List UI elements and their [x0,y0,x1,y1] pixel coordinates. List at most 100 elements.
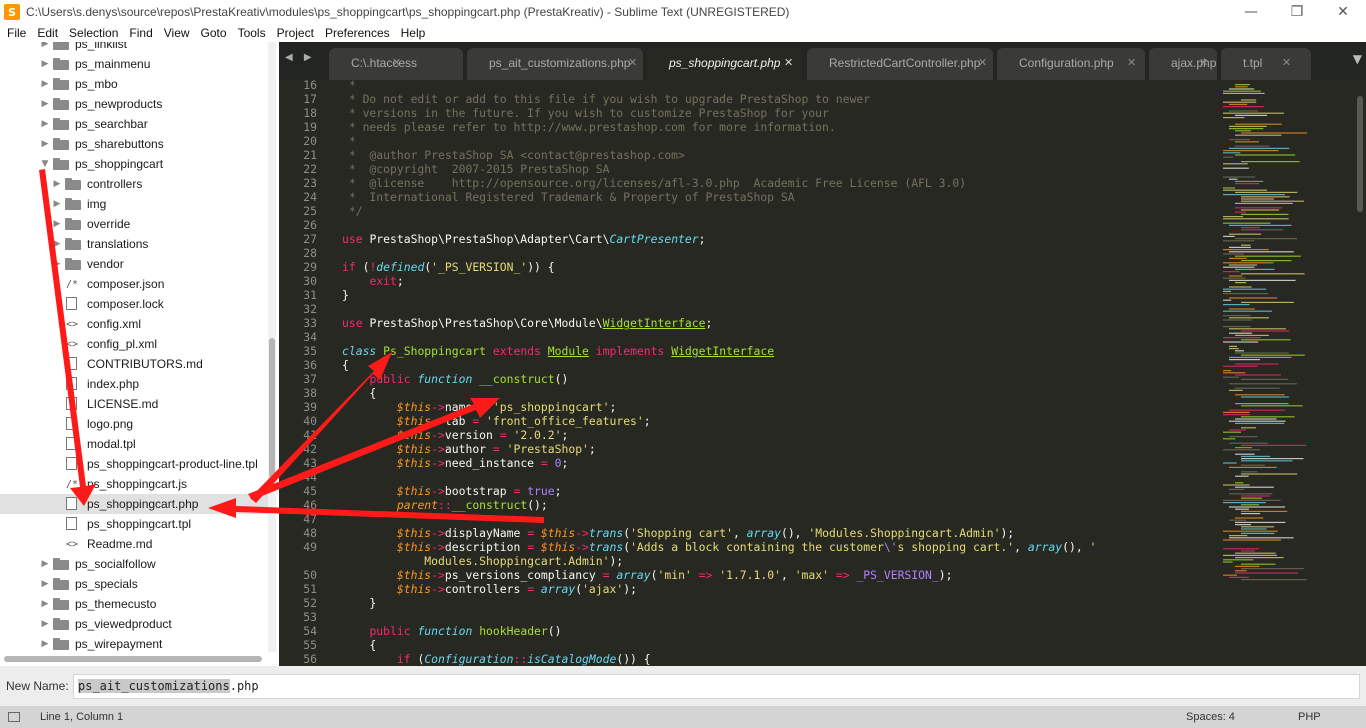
file-item[interactable]: CONTRIBUTORS.md [0,354,268,374]
minimap-line [1223,315,1251,317]
file-item[interactable]: <> config_pl.xml [0,334,268,354]
file-item[interactable]: /* composer.json [0,274,268,294]
sidebar-horizontal-scrollbar[interactable] [4,656,262,662]
chevron-right-icon[interactable]: ▶ [40,139,50,149]
restore-button[interactable]: ❐ [1274,0,1320,24]
chevron-right-icon[interactable]: ▶ [40,619,50,629]
tab-close-icon[interactable]: ✕ [784,56,793,69]
code-editor[interactable]: 16 * 17 * Do not edit or add to this file… [279,80,1366,666]
minimap-line [1241,99,1257,101]
tab-restrictedcartcontroller-php[interactable]: RestrictedCartController.php ✕ [807,48,993,80]
tab-close-icon[interactable]: ✕ [1199,56,1208,69]
folder-item[interactable]: ▶ ps_searchbar [0,114,268,134]
tab-close-icon[interactable]: ✕ [1282,56,1291,69]
file-item[interactable]: <> Readme.md [0,534,268,554]
minimap-line [1241,427,1256,429]
line-code: } [342,288,349,302]
folder-item[interactable]: ▶ img [0,194,268,214]
chevron-right-icon[interactable]: ▶ [52,259,62,269]
file-item[interactable]: ps_shoppingcart.php [0,494,268,514]
chevron-right-icon[interactable]: ▶ [52,199,62,209]
tab-close-icon[interactable]: ✕ [628,56,637,69]
file-item[interactable]: ps_shoppingcart.tpl [0,514,268,534]
syntax-selector[interactable]: PHP [1298,711,1321,723]
folder-icon [53,98,69,110]
editor-scrollbar[interactable] [1357,96,1363,212]
menu-project[interactable]: Project [272,24,320,42]
tab-ps-shoppingcart-php[interactable]: ps_shoppingcart.php ✕ [647,48,803,80]
menu-help[interactable]: Help [396,24,432,42]
tab-c-htaccess[interactable]: C:\.htaccess ✕ [329,48,463,80]
folder-item[interactable]: ▶ ps_linklist [0,42,268,54]
tab-ps-ait-customizations-php[interactable]: ps_ait_customizations.php ✕ [467,48,643,80]
chevron-right-icon[interactable]: ▶ [40,599,50,609]
folder-item[interactable]: ▶ ps_mainmenu [0,54,268,74]
file-item[interactable]: index.php [0,374,268,394]
file-item[interactable]: composer.lock [0,294,268,314]
tab-ajax-php[interactable]: ajax.php ✕ [1149,48,1217,80]
tab-nav-arrows-icon[interactable]: ◀ ▶ [285,52,316,63]
tab-t-tpl[interactable]: t.tpl ✕ [1221,48,1311,80]
tree-item-label: ps_themecusto [75,597,157,611]
tab-list-chevron-down-icon[interactable]: ▼ [1353,52,1362,66]
tab-close-icon[interactable]: ✕ [392,56,401,69]
chevron-right-icon[interactable]: ▶ [40,79,50,89]
chevron-right-icon[interactable]: ▶ [40,639,50,649]
folder-item[interactable]: ▶ override [0,214,268,234]
menu-goto[interactable]: Goto [196,24,233,42]
title-bar: S C:\Users\s.denys\source\repos\PrestaKr… [0,0,1366,24]
menu-edit[interactable]: Edit [32,24,64,42]
file-item[interactable]: ps_shoppingcart-product-line.tpl [0,454,268,474]
tab-configuration-php[interactable]: Configuration.php ✕ [997,48,1145,80]
tab-close-icon[interactable]: ✕ [1127,56,1136,69]
folder-item[interactable]: ▶ ps_newproducts [0,94,268,114]
chevron-right-icon[interactable]: ▶ [40,579,50,589]
close-window-button[interactable]: ✕ [1320,0,1366,24]
file-item[interactable]: logo.png [0,414,268,434]
folder-item[interactable]: ▶ ps_socialfollow [0,554,268,574]
file-item[interactable]: <> config.xml [0,314,268,334]
menu-selection[interactable]: Selection [64,24,124,42]
chevron-down-icon[interactable]: ▼ [40,159,50,169]
chevron-right-icon[interactable]: ▶ [40,559,50,569]
folder-item[interactable]: ▶ ps_specials [0,574,268,594]
indentation-setting[interactable]: Spaces: 4 [1186,711,1235,723]
file-item[interactable]: modal.tpl [0,434,268,454]
chevron-right-icon[interactable]: ▶ [52,219,62,229]
chevron-right-icon[interactable]: ▶ [40,59,50,69]
folder-item[interactable]: ▼ ps_shoppingcart [0,154,268,174]
minimap-line [1229,345,1237,347]
menu-view[interactable]: View [159,24,196,42]
sidebar-vertical-scrollbar-thumb[interactable] [269,338,275,478]
file-item[interactable]: LICENSE.md [0,394,268,414]
folder-item[interactable]: ▶ controllers [0,174,268,194]
chevron-right-icon[interactable]: ▶ [40,42,50,49]
minimize-button[interactable]: — [1228,0,1274,24]
folder-item[interactable]: ▶ vendor [0,254,268,274]
menu-find[interactable]: Find [124,24,158,42]
minimap-line [1229,328,1286,330]
file-item[interactable]: /* ps_shoppingcart.js [0,474,268,494]
panel-toggle-icon[interactable] [8,712,20,722]
chevron-right-icon[interactable]: ▶ [40,119,50,129]
menu-tools[interactable]: Tools [233,24,272,42]
tab-close-icon[interactable]: ✕ [978,56,987,69]
folder-item[interactable]: ▶ ps_wirepayment [0,634,268,654]
menu-preferences[interactable]: Preferences [320,24,396,42]
tree-item-label: ps_shoppingcart.js [87,477,188,491]
chevron-right-icon[interactable]: ▶ [40,99,50,109]
minimap-line [1223,548,1260,550]
folder-item[interactable]: ▶ ps_sharebuttons [0,134,268,154]
code-line: 36 { [279,358,1219,372]
chevron-right-icon[interactable]: ▶ [52,239,62,249]
new-name-input[interactable]: ps_ait_customizations.php [73,674,1360,699]
folder-item[interactable]: ▶ ps_themecusto [0,594,268,614]
minimap[interactable] [1221,80,1351,666]
folder-item[interactable]: ▶ translations [0,234,268,254]
menu-file[interactable]: File [2,24,32,42]
folder-item[interactable]: ▶ ps_viewedproduct [0,614,268,634]
folder-item[interactable]: ▶ ps_mbo [0,74,268,94]
chevron-right-icon[interactable]: ▶ [52,179,62,189]
minimap-line [1223,117,1245,119]
